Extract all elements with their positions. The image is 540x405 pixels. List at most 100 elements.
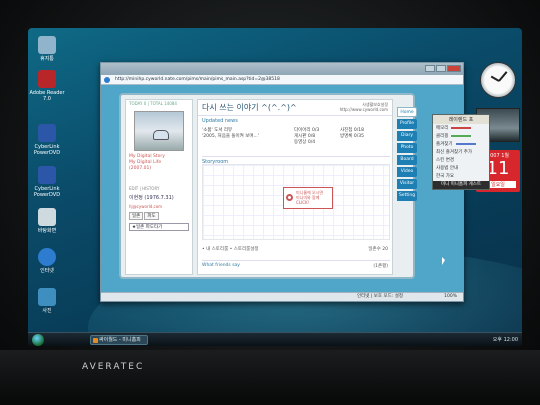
close-button[interactable] [447, 65, 461, 72]
desktop-icon-recycle-bin[interactable]: 휴지통 [28, 36, 66, 62]
minihompy-page: TODAY 0 | TOTAL 14084 My Digital Story M… [101, 85, 463, 293]
browser-titlebar[interactable] [101, 63, 463, 75]
profile-photo-object [153, 130, 169, 140]
desktop-icon-photo[interactable]: 사진 [28, 288, 66, 314]
clock-minute-hand [498, 71, 508, 82]
powerdvd-icon [38, 124, 56, 142]
tab-profile[interactable]: Profile [397, 119, 417, 129]
widget-row[interactable]: 사용법 안내 [433, 164, 489, 172]
friends-say-section: What friends say (1촌평) [202, 260, 390, 269]
desktop-icon-label: 인터넷 [40, 268, 54, 274]
record-icon [286, 194, 293, 201]
storyroom-footer: • 내 스토리룸 • 스토리룸설정 일촌수 20 [202, 246, 390, 252]
desktop-icon-powerdvd-2[interactable]: CyberLink PowerDVD [28, 166, 66, 198]
profile-history-text: My Digital Story My Digital Life (2007.0… [129, 154, 165, 171]
mouse-cursor-icon [442, 257, 445, 265]
clock-gadget[interactable] [480, 62, 516, 98]
profile-column: TODAY 0 | TOTAL 14084 My Digital Story M… [125, 99, 193, 275]
level-bar [455, 142, 476, 145]
widget-row[interactable]: 클리핑 [433, 132, 489, 140]
level-bar [451, 134, 472, 137]
zoom-level[interactable]: 100% [444, 293, 457, 301]
miniroom-popup-text: 미니룸에 오시면 미니미와 함께 CLICK! [296, 190, 324, 205]
taskbar-button-label: 싸이월드 - 미니홈피 [99, 337, 141, 343]
desktop-icon-label: 휴지통 [40, 56, 54, 62]
internet-explorer-icon [104, 77, 110, 83]
owner-email[interactable]: hj@cyworld.com [129, 204, 189, 209]
widget-footer[interactable]: 미니 미니홈피 게스트 [433, 181, 489, 189]
main-column: 다시 쓰는 이야기 ^(^.^)^ 사생활보호설정 http://www.cyw… [197, 99, 393, 275]
desktop-icon-internet[interactable]: 인터넷 [28, 248, 66, 274]
recycle-bin-icon [38, 36, 56, 54]
desktop-shortcut-icon [38, 208, 56, 226]
browser-window[interactable]: http://minihp.cyworld.nate.com/pims/main… [100, 62, 464, 302]
tab-setting[interactable]: Setting [397, 191, 417, 201]
tab-diary[interactable]: Diary [397, 131, 417, 141]
maximize-button[interactable] [436, 65, 446, 72]
minihompy-tabs: Home Profile Diary Photo Board Video Vis… [397, 107, 417, 203]
ilchon-button[interactable]: 일촌 [129, 212, 144, 220]
widget-title: 레이렌드 포 [433, 115, 489, 124]
adobe-reader-icon [38, 70, 56, 88]
wave-button[interactable]: 파도 [144, 212, 159, 220]
profile-photo[interactable] [134, 111, 184, 151]
widget-row-label: 즐겨찾기 [436, 142, 453, 147]
widget-row[interactable]: 스킨 변경 [433, 156, 489, 164]
internet-explorer-icon [38, 248, 56, 266]
browser-statusbar: 인터넷 | 보호 모드: 설정 100% [101, 292, 463, 301]
visitor-counter: TODAY 0 | TOTAL 14084 [129, 101, 177, 106]
window-controls [424, 65, 461, 74]
tab-visitor[interactable]: Visitor [397, 179, 417, 189]
widget-row[interactable]: 최신 즐겨찾기 추가 [433, 148, 489, 156]
owner-name[interactable]: 이현정 (1976.7.31) [129, 194, 189, 201]
tab-home[interactable]: Home [397, 107, 417, 117]
widget-row-label: 클리핑 [436, 134, 449, 139]
address-url[interactable]: http://minihp.cyworld.nate.com/pims/main… [115, 77, 280, 82]
laptop-base [0, 350, 540, 405]
friends-say-heading: What friends say [202, 263, 240, 268]
music-widget-panel[interactable]: 레이렌드 포 메모리 클리핑 즐겨찾기 최신 즐겨찾기 추가 스킨 변경 사용법… [432, 114, 490, 190]
ilchon-count: 일촌수 20 [368, 247, 388, 252]
menu-item-guestbook[interactable]: 방명록 0/35 [340, 134, 386, 140]
tab-photo[interactable]: Photo [397, 143, 417, 153]
widget-row[interactable]: 메모리 [433, 124, 489, 132]
friends-say-link[interactable]: (1촌평) [373, 263, 388, 269]
miniroom-popup[interactable]: 미니룸에 오시면 미니미와 함께 CLICK! [283, 187, 333, 209]
site-links: 사생활보호설정 http://www.cyworld.com [340, 102, 388, 112]
desktop-icon-shortcut[interactable]: 바탕화면 [28, 208, 66, 234]
desktop-screen: 휴지통 Adobe Reader 7.0 CyberLink PowerDVD … [28, 28, 522, 346]
minihompy-frame: TODAY 0 | TOTAL 14084 My Digital Story M… [119, 93, 417, 279]
photo-icon [38, 288, 56, 306]
edit-history-links[interactable]: EDIT | HISTORY [129, 186, 189, 191]
powerdvd-icon [38, 166, 56, 184]
taskbar-button-browser[interactable]: 싸이월드 - 미니홈피 [90, 335, 148, 345]
updated-news-item[interactable]: '2005, 처음을 돌이켜 보며...' [202, 134, 302, 140]
tab-board[interactable]: Board [397, 155, 417, 165]
brand-logo: AVERATEC [82, 362, 145, 372]
desktop-icon-label: CyberLink PowerDVD [33, 144, 61, 156]
desktop-icon-powerdvd[interactable]: CyberLink PowerDVD [28, 124, 66, 156]
storyroom-area[interactable]: 미니룸에 오시면 미니미와 함께 CLICK! [202, 164, 390, 240]
widget-row-label: 메모리 [436, 126, 449, 131]
tab-video[interactable]: Video [397, 167, 417, 177]
storyroom-links[interactable]: • 내 스토리룸 • 스토리룸설정 [202, 247, 259, 252]
site-url[interactable]: http://www.cyworld.com [340, 107, 388, 112]
widget-row[interactable]: 즐겨찾기 [433, 140, 489, 148]
menu-count-grid: 다이어리 0/3 사진첩 0/18 게시판 0/8 방명록 0/35 동영상 0/4 [294, 128, 390, 146]
ilchon-wave-select[interactable]: ★일촌 파도타기 [129, 223, 189, 231]
minimize-button[interactable] [425, 65, 435, 72]
security-zone[interactable]: 인터넷 | 보호 모드: 설정 [357, 293, 403, 301]
widget-row[interactable]: 한국 가요 [433, 172, 489, 180]
browser-task-icon [93, 338, 98, 343]
address-bar[interactable]: http://minihp.cyworld.nate.com/pims/main… [101, 75, 463, 85]
taskbar: 싸이월드 - 미니홈피 오후 12:00 [28, 332, 522, 346]
level-bar [451, 126, 472, 129]
desktop-icon-adobe-reader[interactable]: Adobe Reader 7.0 [28, 70, 66, 102]
desktop-icon-label: 바탕화면 [37, 228, 57, 234]
system-tray[interactable]: 오후 12:00 [454, 335, 518, 345]
clock-hour-hand [490, 75, 500, 82]
start-button[interactable] [32, 334, 44, 346]
updated-news-list: '소품' 도서 리뷰 '2005, 처음을 돌이켜 보며...' [202, 128, 302, 140]
updated-news-heading: Updated news [198, 115, 392, 126]
menu-item-video[interactable]: 동영상 0/4 [294, 140, 340, 146]
